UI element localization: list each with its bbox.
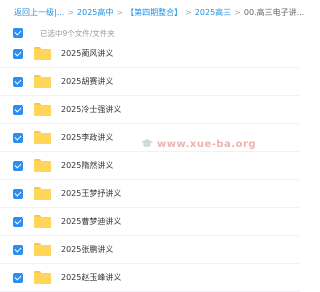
selection-bar: 已选中9个文件/文件夹 [13,26,115,40]
breadcrumb-separator: > [234,8,241,17]
watermark: www.xue-ba.org [140,138,256,150]
file-row[interactable]: 2025胡赛讲义 [0,68,300,96]
row-checkbox[interactable] [13,132,23,143]
select-all-checkbox[interactable] [13,28,23,38]
folder-icon [34,75,51,88]
folder-icon [34,215,51,228]
breadcrumb-separator: > [185,8,192,17]
folder-icon [34,271,51,284]
folder-icon [34,159,51,172]
row-checkbox[interactable] [13,160,23,171]
breadcrumb: 返回上一级 |... > 2025高中 > 【第四期整合】 > 2025高三 >… [14,5,304,21]
folder-name[interactable]: 2025冷士强讲义 [61,104,121,115]
row-checkbox[interactable] [13,272,23,283]
graduation-cap-icon [141,139,153,147]
breadcrumb-separator: > [116,8,124,17]
folder-icon [34,103,51,116]
file-row[interactable]: 2025赵玉峰讲义 [0,264,300,292]
row-checkbox[interactable] [13,244,23,255]
breadcrumb-item-grade12[interactable]: 2025高三 [195,5,231,21]
folder-icon [34,47,51,60]
breadcrumb-current-folder: 00.高三电子讲... [243,8,305,17]
breadcrumb-separator: > [67,8,75,17]
watermark-text: www.xue-ba.org [157,138,257,150]
file-row[interactable]: 2025蔺风讲义 [0,40,300,68]
folder-icon [34,243,51,256]
folder-name[interactable]: 2025王梦抒讲义 [61,188,121,199]
folder-icon [34,131,51,144]
folder-name[interactable]: 2025张鹏讲义 [61,244,113,255]
row-checkbox[interactable] [13,188,23,199]
selection-count-text: 已选中9个文件/文件夹 [40,28,115,38]
row-checkbox[interactable] [13,216,23,227]
row-checkbox[interactable] [13,76,23,87]
folder-name[interactable]: 2025曹梦迪讲义 [61,216,121,227]
breadcrumb-item-phase4[interactable]: 【第四期整合】 [126,5,182,21]
folder-name[interactable]: 2025胡赛讲义 [61,76,113,87]
folder-name[interactable]: 2025赵玉峰讲义 [61,272,121,283]
file-row[interactable]: 2025冷士强讲义 [0,96,300,124]
breadcrumb-back-link[interactable]: 返回上一级 [14,5,54,21]
file-row[interactable]: 2025隋然讲义 [0,152,300,180]
breadcrumb-item-highschool[interactable]: 2025高中 [77,5,113,21]
row-checkbox[interactable] [13,48,23,59]
row-checkbox[interactable] [13,104,23,115]
folder-name[interactable]: 2025李政讲义 [61,132,113,143]
folder-name[interactable]: 2025隋然讲义 [61,160,113,171]
breadcrumb-root-link[interactable]: |... [54,5,64,21]
folder-name[interactable]: 2025蔺风讲义 [61,48,113,59]
file-list: 2025蔺风讲义 2025胡赛讲义 2025冷士强讲义 2025李政讲义 202… [0,40,300,292]
file-row[interactable]: 2025王梦抒讲义 [0,180,300,208]
folder-icon [34,187,51,200]
file-row[interactable]: 2025张鹏讲义 [0,236,300,264]
file-row[interactable]: 2025曹梦迪讲义 [0,208,300,236]
